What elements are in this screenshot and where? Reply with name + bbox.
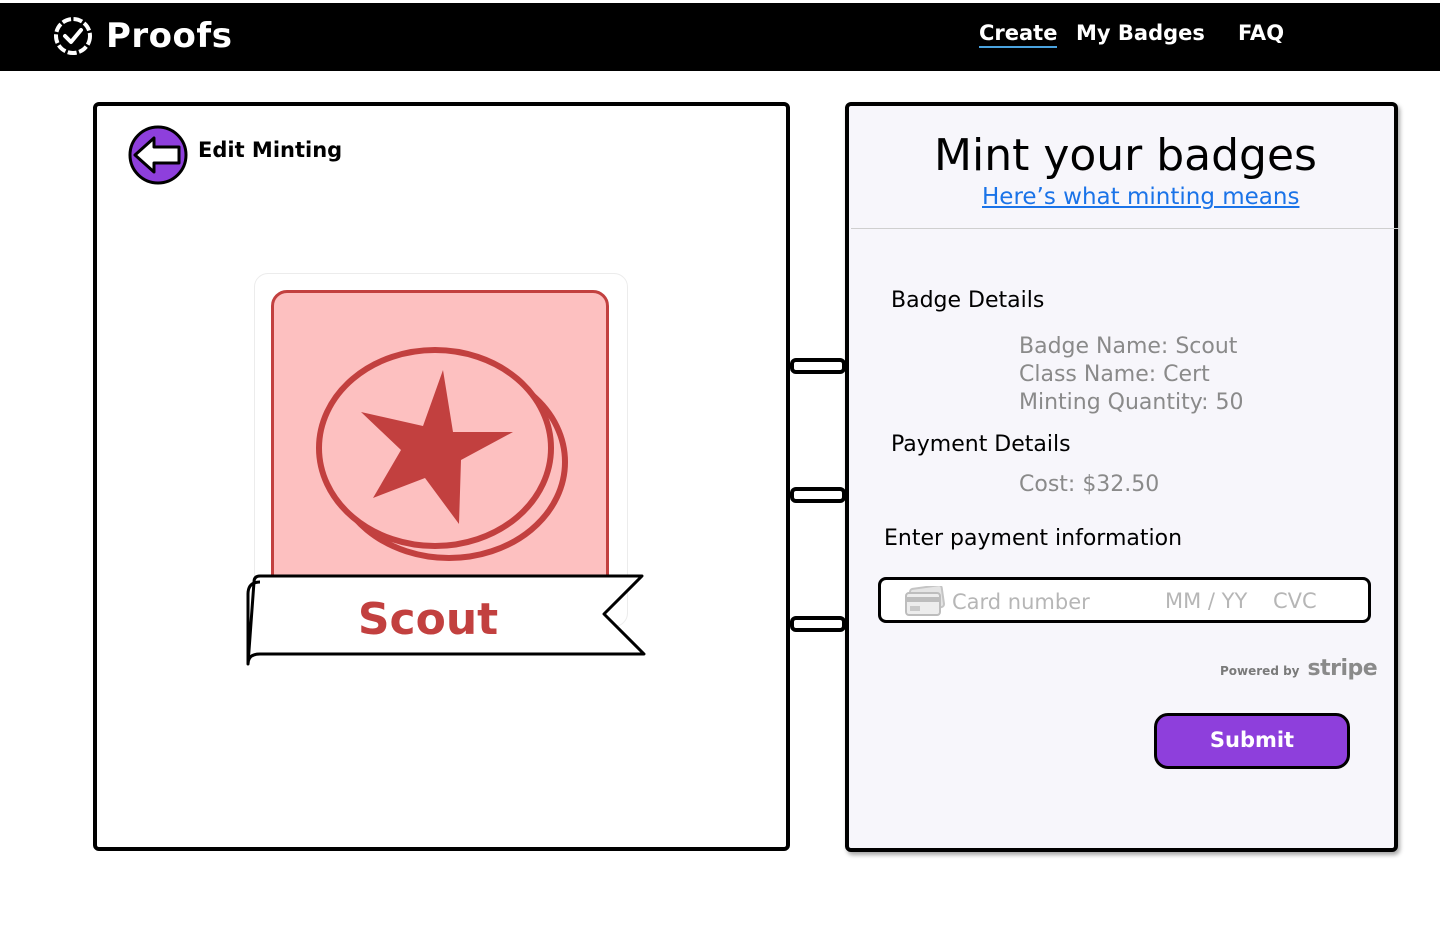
badge-name: Scout — [357, 594, 499, 645]
cost-detail: Cost: $32.50 — [1019, 472, 1160, 497]
star-coin-icon — [316, 347, 568, 561]
nav-faq[interactable]: FAQ — [1238, 21, 1284, 45]
panel-connector — [790, 358, 846, 374]
badge-preview-panel: Edit Minting Scout — [93, 102, 790, 851]
card-number-field[interactable]: Card number — [952, 590, 1090, 614]
card-input[interactable]: Card number MM / YY CVC — [878, 577, 1371, 623]
card-expiry-field[interactable]: MM / YY — [1165, 589, 1247, 613]
check-circle-icon — [54, 17, 92, 55]
submit-button[interactable]: Submit — [1154, 713, 1350, 769]
back-label: Edit Minting — [198, 138, 343, 162]
credit-card-icon — [905, 586, 945, 616]
payment-details-heading: Payment Details — [891, 432, 1071, 457]
logo[interactable]: Proofs — [52, 15, 232, 57]
powered-by-label: Powered by — [1220, 664, 1300, 678]
powered-by-stripe: Powered by stripe — [1220, 656, 1378, 681]
panel-connector — [790, 487, 846, 503]
payment-info-heading: Enter payment information — [884, 526, 1183, 551]
card-cvc-field[interactable]: CVC — [1273, 589, 1317, 613]
divider — [851, 228, 1400, 229]
panel-connector — [790, 616, 846, 632]
top-nav-bar: Proofs Create My Badges FAQ — [0, 3, 1440, 71]
badge-name-detail: Badge Name: Scout — [1019, 334, 1238, 359]
logo-text: Proofs — [106, 16, 233, 56]
badge-details-heading: Badge Details — [891, 288, 1045, 313]
mint-panel: Mint your badges Here’s what minting mea… — [845, 102, 1400, 852]
stripe-logo: stripe — [1307, 656, 1378, 681]
nav-my-badges[interactable]: My Badges — [1076, 21, 1205, 45]
mint-title: Mint your badges — [934, 130, 1317, 181]
arrow-left-icon[interactable] — [127, 124, 189, 186]
class-name-detail: Class Name: Cert — [1019, 362, 1210, 387]
minting-info-link[interactable]: Here’s what minting means — [982, 184, 1299, 210]
nav-create[interactable]: Create — [979, 21, 1058, 48]
minting-quantity-detail: Minting Quantity: 50 — [1019, 390, 1244, 415]
